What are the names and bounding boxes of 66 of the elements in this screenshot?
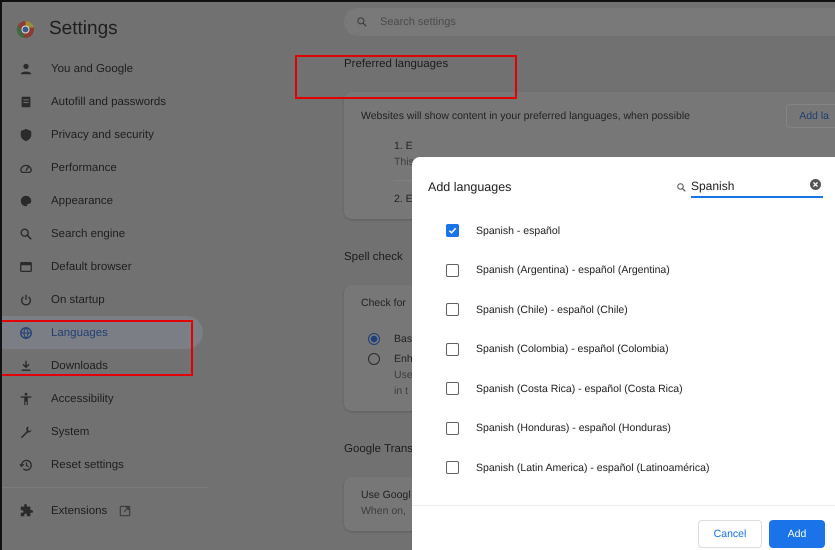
sidebar-item[interactable]: Downloads xyxy=(2,349,203,382)
setting-label: Use Googl xyxy=(361,488,411,503)
download-icon xyxy=(19,358,33,372)
browser-icon xyxy=(19,260,33,274)
sidebar-item[interactable]: Autofill and passwords xyxy=(2,85,203,118)
sidebar-item[interactable]: Extensions xyxy=(2,494,203,527)
power-icon xyxy=(19,292,33,306)
section-heading: Spell check xyxy=(344,251,403,265)
search-icon xyxy=(19,226,33,240)
option-label: Bas xyxy=(394,332,412,347)
chrome-logo-icon xyxy=(16,20,35,38)
add-languages-button[interactable]: Add la xyxy=(786,104,835,128)
sidebar-item[interactable]: Appearance xyxy=(2,184,203,217)
globe-icon xyxy=(19,326,33,340)
setting-label: Check for xyxy=(361,296,406,311)
external-link-icon xyxy=(119,504,132,516)
sidebar-item[interactable]: System xyxy=(2,415,203,448)
setting-description: When on, xyxy=(361,504,406,519)
checkbox[interactable] xyxy=(446,461,459,474)
language-option[interactable]: Spanish (Argentina) - español (Argentina) xyxy=(476,264,670,276)
section-heading: Google Trans xyxy=(344,443,414,457)
clipboard-icon xyxy=(19,94,33,108)
page-title: Settings xyxy=(49,18,118,40)
checkbox[interactable] xyxy=(446,264,459,276)
option-description: Use xyxy=(394,368,413,383)
language-name: 2. E xyxy=(394,192,414,207)
checkbox[interactable] xyxy=(446,224,459,237)
person-icon xyxy=(19,62,33,76)
language-name: 1. E xyxy=(394,139,414,154)
sidebar-item[interactable]: Languages xyxy=(2,316,203,349)
language-option[interactable]: Spanish (Colombia) - español (Colombia) xyxy=(476,343,669,355)
sidebar-item[interactable]: Performance xyxy=(2,151,203,184)
language-option[interactable]: Spanish (Latin America) - español (Latinoamérica) xyxy=(476,462,710,474)
sidebar-item[interactable]: Default browser xyxy=(2,250,203,283)
option-description: in t xyxy=(394,384,410,399)
sidebar-item[interactable]: Reset settings xyxy=(2,448,203,481)
shield-icon xyxy=(19,128,33,142)
cancel-button[interactable]: Cancel xyxy=(698,520,762,548)
accessibility-icon xyxy=(19,392,33,406)
description-text: Websites will show content in your preferred languages, when possible xyxy=(361,110,690,122)
wrench-icon xyxy=(19,424,33,438)
language-option[interactable]: Spanish (Costa Rica) - español (Costa Rica) xyxy=(476,382,683,394)
add-button[interactable]: Add xyxy=(769,520,825,548)
checkbox[interactable] xyxy=(446,303,459,316)
checkbox[interactable] xyxy=(446,342,459,356)
history-icon xyxy=(19,458,33,472)
palette-icon xyxy=(19,194,33,208)
sidebar-item[interactable]: You and Google xyxy=(2,52,203,85)
sidebar-item[interactable]: Privacy and security xyxy=(2,118,203,151)
sidebar-item[interactable]: Accessibility xyxy=(2,382,203,415)
search-icon xyxy=(676,182,687,192)
section-heading: Preferred languages xyxy=(344,58,448,72)
checkbox[interactable] xyxy=(446,382,459,395)
sidebar-item[interactable]: On startup xyxy=(2,283,203,316)
radio-button[interactable] xyxy=(368,353,380,365)
language-option[interactable]: Spanish - español xyxy=(476,224,560,236)
dialog-title: Add languages xyxy=(428,180,512,194)
search-icon xyxy=(356,16,368,28)
clear-icon[interactable] xyxy=(810,179,821,190)
checkbox[interactable] xyxy=(446,422,459,434)
sidebar-item[interactable]: Search engine xyxy=(2,217,203,250)
language-option[interactable]: Spanish (Honduras) - español (Honduras) xyxy=(476,422,671,434)
puzzle-icon xyxy=(19,504,33,518)
option-label: Enh xyxy=(394,352,413,367)
radio-button[interactable] xyxy=(368,333,380,345)
language-option[interactable]: Spanish (Chile) - español (Chile) xyxy=(476,304,628,316)
